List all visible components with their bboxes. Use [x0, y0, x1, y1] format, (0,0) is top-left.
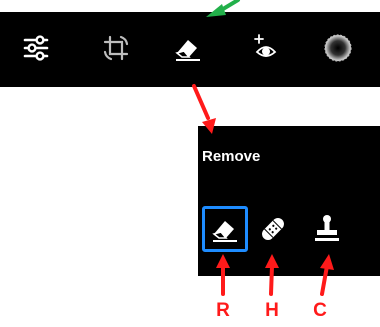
remove-panel: Remove [198, 126, 380, 276]
annotation-label-c: C [313, 300, 327, 321]
clone-tool-button[interactable] [304, 206, 350, 252]
clone-stamp-icon [315, 215, 339, 241]
eraser-icon [212, 221, 237, 242]
bandage-icon [262, 218, 284, 240]
edit-toolbar [0, 12, 380, 87]
panel-title: Remove [202, 148, 261, 165]
annotation-label-h: H [265, 300, 279, 321]
screenshot-stage: Remove R H C [0, 0, 380, 327]
eraser-icon [175, 40, 200, 61]
heal-tool-button[interactable] [250, 206, 296, 252]
annotation-label-r: R [216, 300, 230, 321]
remove-tool-button[interactable] [168, 28, 208, 68]
vignette-tool-button[interactable] [318, 28, 358, 68]
crop-tool-button[interactable] [96, 28, 136, 68]
crop-rotate-icon [103, 35, 129, 61]
red-eye-tool-button[interactable] [246, 28, 286, 68]
sliders-icon [23, 35, 49, 61]
adjust-tool-button[interactable] [16, 28, 56, 68]
vignette-icon [324, 34, 352, 62]
eraser-tool-button[interactable] [202, 206, 248, 252]
red-eye-icon [254, 34, 277, 57]
